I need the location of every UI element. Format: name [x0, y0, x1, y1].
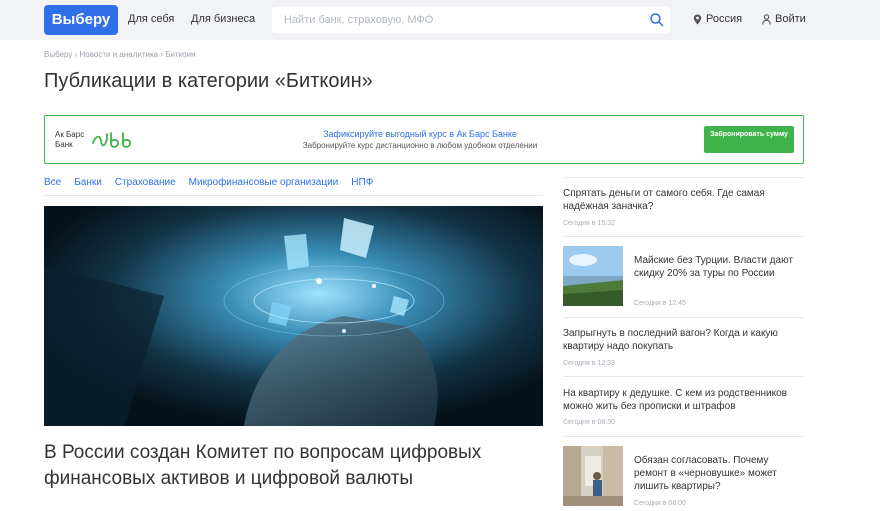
banner-subtitle: Забронируйте курс дистанционно в любом у…: [302, 141, 538, 150]
tab-banks[interactable]: Банки: [74, 177, 102, 188]
news-thumbnail[interactable]: [563, 446, 623, 506]
main-article-title[interactable]: В России создан Комитет по вопросам цифр…: [44, 440, 543, 492]
sidebar-divider: [563, 236, 803, 237]
sidebar-divider: [563, 436, 803, 437]
sidebar-news-title[interactable]: Запрыгнуть в последний вагон? Когда и ка…: [563, 327, 803, 353]
sidebar-news-time: Сегодня в 08:30: [563, 419, 615, 426]
ad-banner[interactable]: Ак Барс Банк Зафиксируйте выгодный курс …: [44, 115, 804, 164]
breadcrumb-item[interactable]: Новости и аналитика: [80, 50, 159, 59]
breadcrumb: Выберу › Новости и аналитика › Биткоин: [44, 50, 196, 59]
search-icon[interactable]: [649, 12, 665, 28]
login-button[interactable]: Войти: [762, 13, 806, 25]
nav-for-business[interactable]: Для бизнеса: [191, 13, 255, 25]
news-thumbnail[interactable]: [563, 246, 623, 306]
bank-logo-icon: [92, 132, 131, 148]
site-logo[interactable]: Выберу: [44, 5, 118, 35]
search-box: [272, 7, 670, 33]
category-tabs: Все Банки Страхование Микрофинансовые ор…: [44, 177, 386, 188]
main-article-image[interactable]: [44, 206, 543, 426]
search-input[interactable]: [272, 7, 642, 33]
page-title: Публикации в категории «Биткоин»: [44, 70, 373, 92]
sidebar-news-time: Сегодня в 12:45: [634, 300, 686, 307]
sidebar-news-time: Сегодня в 08:00: [634, 500, 686, 507]
sidebar-divider: [563, 376, 803, 377]
site-header: Выберу Для себя Для бизнеса Россия Войти: [0, 0, 880, 40]
reserve-amount-button[interactable]: Забронировать сумму: [704, 126, 794, 153]
sidebar-divider: [563, 177, 803, 178]
sidebar-news-title[interactable]: Обязан согласовать. Почему ремонт в «чер…: [634, 454, 804, 493]
region-selector[interactable]: Россия: [693, 13, 742, 25]
breadcrumb-item[interactable]: Биткоин: [165, 50, 195, 59]
bank-name: Ак Барс Банк: [55, 130, 85, 149]
sidebar-news-time: Сегодня в 15:32: [563, 220, 615, 227]
tab-microfinance[interactable]: Микрофинансовые организации: [189, 177, 339, 188]
location-pin-icon: [693, 14, 702, 24]
user-icon: [762, 13, 771, 25]
tab-all[interactable]: Все: [44, 177, 61, 188]
sidebar-news-time: Сегодня в 12:33: [563, 360, 615, 367]
sidebar-news-title[interactable]: Майские без Турции. Власти дают скидку 2…: [634, 254, 804, 280]
banner-title: Зафиксируйте выгодный курс в Ак Барс Бан…: [323, 129, 517, 139]
tabs-divider: [44, 195, 543, 196]
tab-insurance[interactable]: Страхование: [115, 177, 176, 188]
sidebar-news-title[interactable]: На квартиру к дедушке. С кем из родствен…: [563, 387, 803, 413]
breadcrumb-item[interactable]: Выберу: [44, 50, 72, 59]
tab-pension-funds[interactable]: НПФ: [351, 177, 373, 188]
login-label: Войти: [775, 13, 806, 25]
sidebar-divider: [563, 317, 803, 318]
region-label: Россия: [706, 13, 743, 25]
nav-for-self[interactable]: Для себя: [128, 13, 174, 25]
sidebar-news-title[interactable]: Спрятать деньги от самого себя. Где сама…: [563, 187, 803, 213]
